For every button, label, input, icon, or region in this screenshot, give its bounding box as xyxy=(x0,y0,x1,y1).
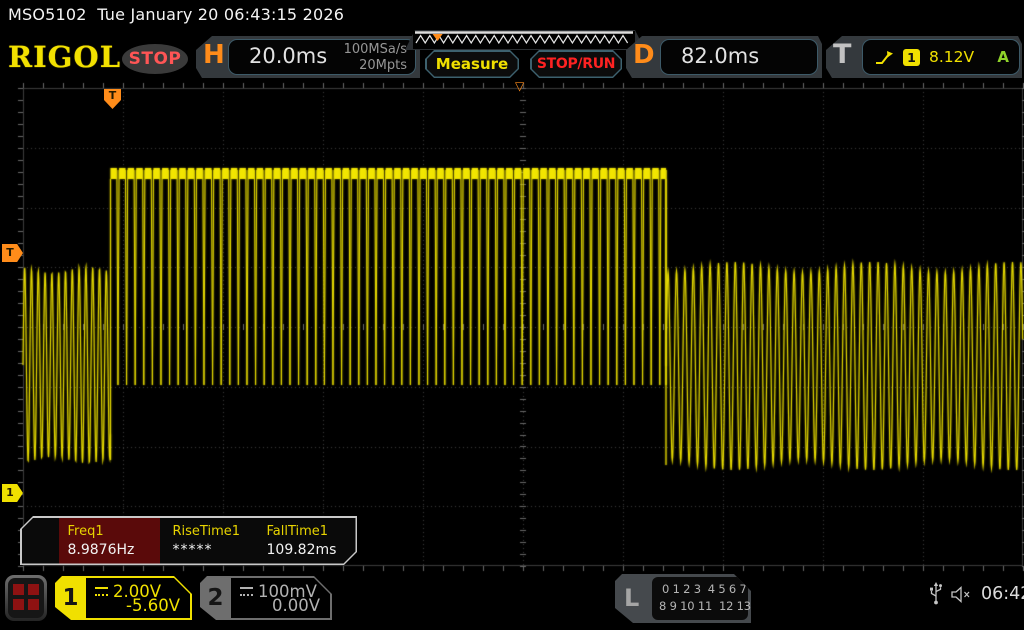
measurement-label: FallTime1 xyxy=(267,524,329,539)
delay-menu-tab[interactable]: D 82.0ms xyxy=(626,36,822,78)
memory-depth: 20Mpts xyxy=(344,58,407,74)
channel2-number: 2 xyxy=(200,576,231,620)
waveform-display[interactable] xyxy=(0,80,1024,572)
measurement-label: Freq1 xyxy=(68,524,104,539)
channel1-number: 1 xyxy=(55,576,86,620)
measurement-falltime1[interactable]: FallTime1 109.82ms xyxy=(258,518,357,564)
channel2-badge[interactable]: 2 100mV 0.00V xyxy=(200,576,332,620)
trigger-source-badge: 1 xyxy=(903,49,920,66)
logic-channels-badge[interactable]: L 0 1 2 3 4 5 6 7 8 9 10 11 12 13 14 15 xyxy=(615,574,751,623)
measure-button[interactable]: Measure xyxy=(425,50,519,78)
measurement-value: 109.82ms xyxy=(267,542,337,558)
measurement-value: 8.9876Hz xyxy=(68,542,135,558)
trigger-menu-tab[interactable]: T 1 8.12V A xyxy=(826,36,1022,78)
horizontal-menu-tab[interactable]: H 20.0ms 100MSa/s 20Mpts xyxy=(196,36,420,78)
trigger-sweep-mode: A xyxy=(997,48,1019,66)
wave-overview-icon xyxy=(413,31,635,49)
speaker-muted-icon xyxy=(950,586,973,603)
dc-coupling-icon xyxy=(240,586,253,596)
stop-run-button[interactable]: STOP/RUN xyxy=(530,50,622,78)
stop-run-button-label: STOP/RUN xyxy=(532,52,621,77)
delay-label: D xyxy=(633,40,655,70)
trigger-level-value: 8.12V xyxy=(929,48,974,66)
delay-value: 82.0ms xyxy=(681,44,759,68)
measure-button-label: Measure xyxy=(427,52,518,77)
bottom-bar: 1 2.00V -5.60V 2 100mV 0.00V L 0 1 2 3 4… xyxy=(0,572,1024,630)
menu-button[interactable] xyxy=(5,575,47,621)
measurement-value: ***** xyxy=(173,542,213,558)
wave-position-bar[interactable] xyxy=(413,31,635,49)
timebase-box[interactable]: 20.0ms 100MSa/s 20Mpts xyxy=(228,39,416,75)
header-bar: RIGOL STOP H 20.0ms 100MSa/s 20Mpts Meas… xyxy=(0,30,1024,80)
graticule-area: T ▽ T 1 Freq1 8.9876Hz RiseTime1 ***** F… xyxy=(0,80,1024,572)
trigger-box[interactable]: 1 8.12V A xyxy=(862,39,1020,75)
logic-row-8-15: 8 9 10 11 12 13 14 15 xyxy=(659,599,786,613)
trigger-label: T xyxy=(833,39,851,70)
delay-center-marker: ▽ xyxy=(515,79,524,93)
logic-row-0-7: 0 1 2 3 4 5 6 7 xyxy=(662,582,747,596)
menu-grid-icon xyxy=(13,584,39,610)
measurement-panel[interactable]: Freq1 8.9876Hz RiseTime1 ***** FallTime1… xyxy=(20,516,357,565)
delay-box[interactable]: 82.0ms xyxy=(660,39,818,75)
measurement-freq1[interactable]: Freq1 8.9876Hz xyxy=(59,518,160,564)
usb-icon xyxy=(928,582,944,605)
dc-coupling-icon xyxy=(95,586,108,596)
timebase-value: 20.0ms xyxy=(249,44,327,68)
rising-edge-trigger-icon xyxy=(874,50,894,65)
clock-time: 06:42 xyxy=(981,584,1024,604)
rigol-logo: RIGOL xyxy=(8,40,121,74)
model-and-datetime: MSO5102 Tue January 20 06:43:15 2026 xyxy=(8,5,344,24)
horizontal-label: H xyxy=(203,40,225,70)
acquisition-state-badge: STOP xyxy=(122,44,188,74)
sample-rate: 100MSa/s xyxy=(344,42,407,58)
channel1-badge[interactable]: 1 2.00V -5.60V xyxy=(55,576,192,620)
measurement-risetime1[interactable]: RiseTime1 ***** xyxy=(164,518,263,564)
channel1-offset: -5.60V xyxy=(126,596,180,615)
channel2-offset: 0.00V xyxy=(272,596,320,615)
measurement-label: RiseTime1 xyxy=(173,524,241,539)
logic-label: L xyxy=(624,584,639,612)
oscilloscope-screen: MSO5102 Tue January 20 06:43:15 2026 RIG… xyxy=(0,0,1024,630)
